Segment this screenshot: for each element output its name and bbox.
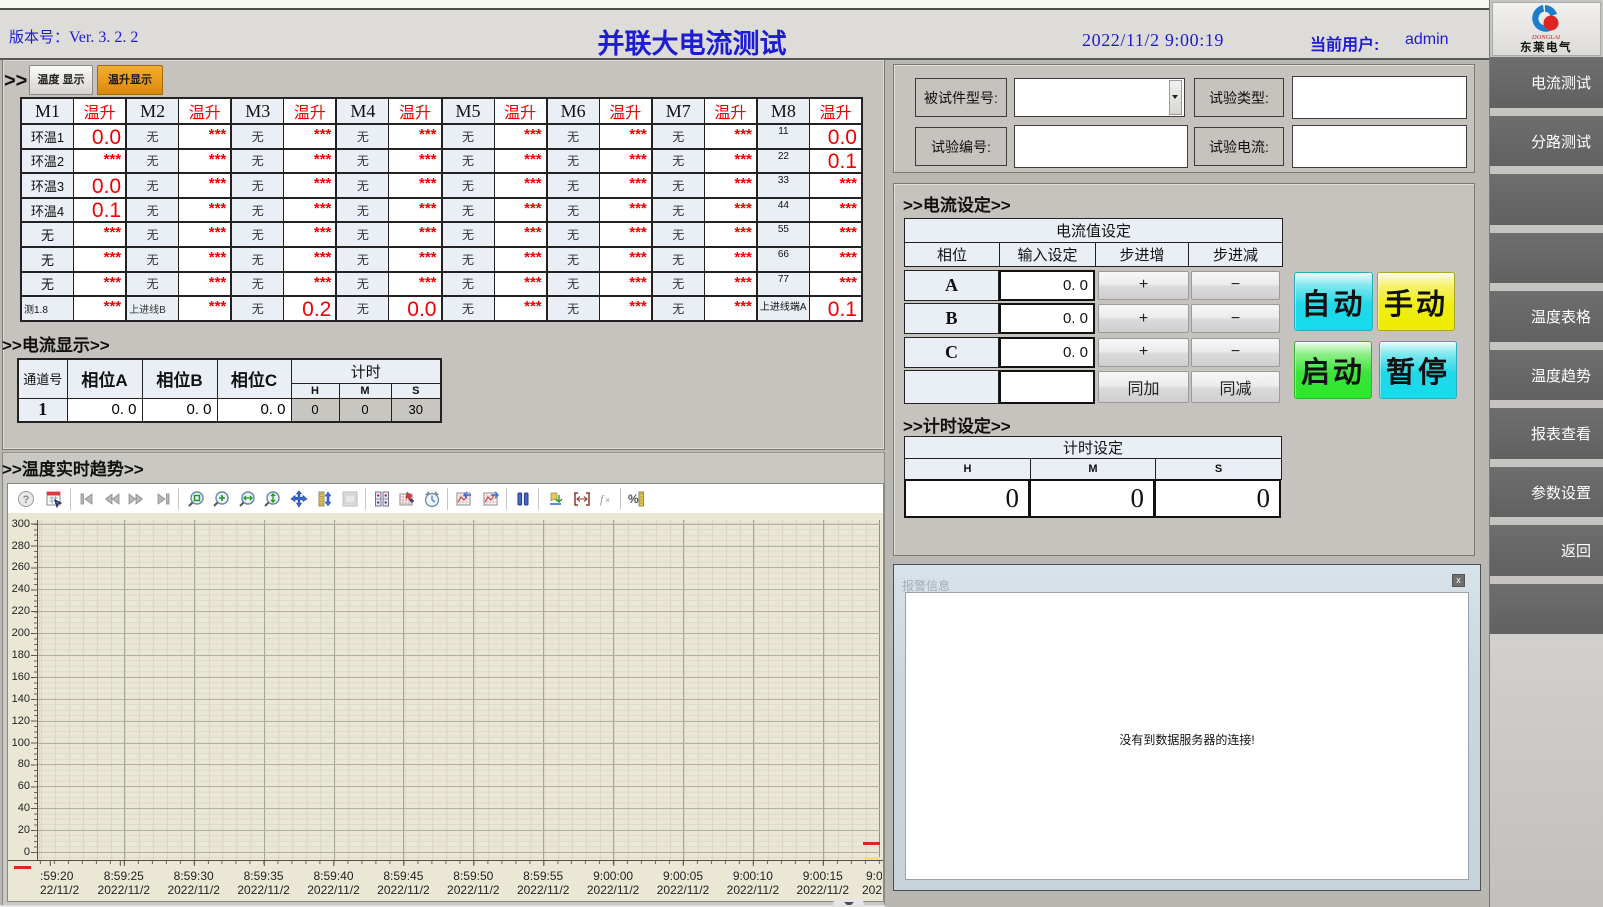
svg-text:%: % (628, 492, 639, 506)
svg-text:×: × (605, 495, 610, 505)
svg-text:DONGLAI: DONGLAI (1531, 34, 1561, 41)
svg-text:东莱电气: 东莱电气 (1520, 40, 1572, 54)
svg-text:?: ? (23, 494, 30, 506)
